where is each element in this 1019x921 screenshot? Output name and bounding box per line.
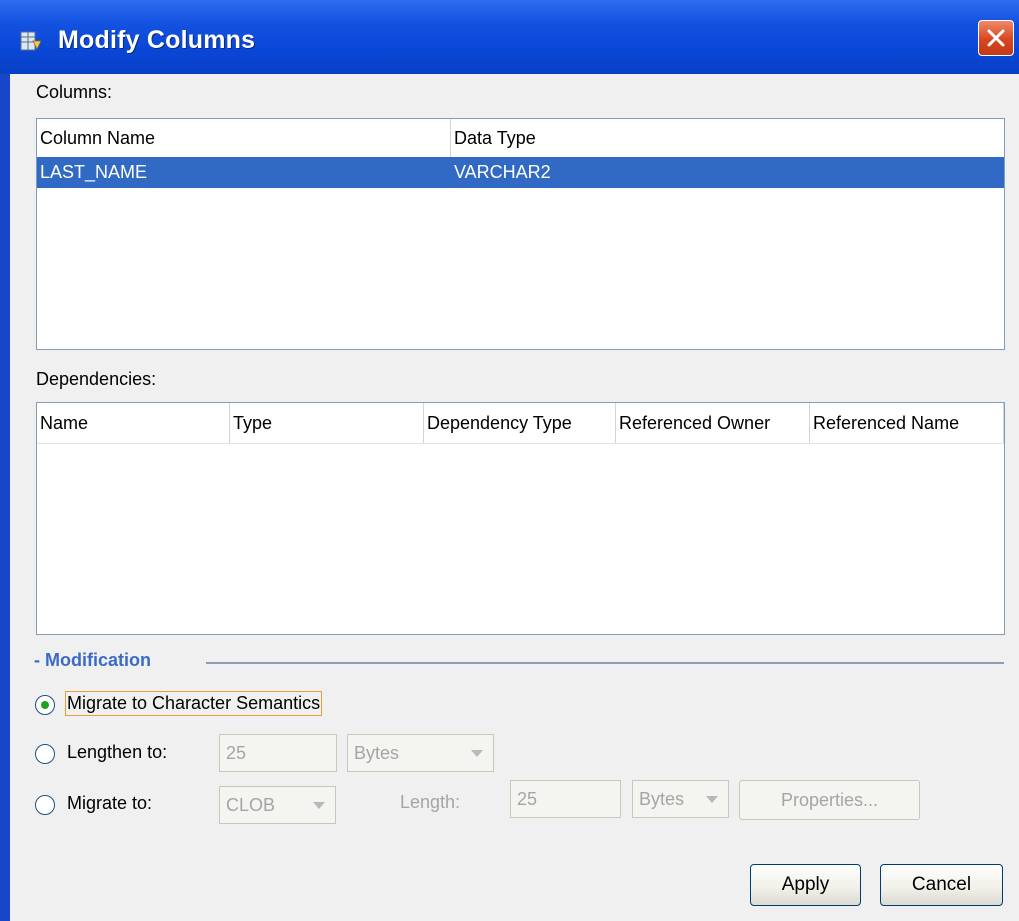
cancel-button[interactable]: Cancel <box>880 864 1003 906</box>
table-columns-icon <box>20 31 42 51</box>
migrate-char-semantics-label[interactable]: Migrate to Character Semantics <box>64 691 323 716</box>
length-label: Length: <box>400 792 461 812</box>
lengthen-value-field[interactable]: 25 <box>219 734 337 772</box>
columns-table[interactable]: Column Name Data Type LAST_NAME VARCHAR2 <box>36 118 1005 350</box>
migrate-type-select[interactable]: CLOB <box>219 786 336 824</box>
dependencies-label: Dependencies: <box>36 369 157 389</box>
table-row[interactable]: LAST_NAME VARCHAR2 <box>37 157 1004 188</box>
chevron-down-icon <box>471 750 483 757</box>
window-title: Modify Columns <box>58 26 256 54</box>
modify-columns-dialog: Modify Columns Columns: Column Name Data… <box>0 0 1019 921</box>
columns-label: Columns: <box>36 82 113 102</box>
title-bar[interactable]: Modify Columns <box>0 0 1019 74</box>
dep-header-referenced-owner[interactable]: Referenced Owner <box>616 403 810 443</box>
lengthen-unit-select[interactable]: Bytes <box>347 734 494 772</box>
column-header-data-type[interactable]: Data Type <box>451 119 1004 157</box>
chevron-down-icon <box>313 802 325 809</box>
close-icon <box>987 29 1005 47</box>
dialog-body: Columns: Column Name Data Type LAST_NAME… <box>10 74 1019 921</box>
migrate-to-label[interactable]: Migrate to: <box>67 793 152 814</box>
columns-table-header: Column Name Data Type <box>37 119 1004 158</box>
column-header-column-name[interactable]: Column Name <box>37 119 451 157</box>
cell-column-name: LAST_NAME <box>40 162 148 182</box>
lengthen-to-label[interactable]: Lengthen to: <box>67 742 167 763</box>
close-button[interactable] <box>978 20 1014 56</box>
section-divider <box>206 662 1004 664</box>
dependencies-table-header: Name Type Dependency Type Referenced Own… <box>37 403 1004 444</box>
dep-header-referenced-name[interactable]: Referenced Name <box>810 403 1004 443</box>
properties-button[interactable]: Properties... <box>739 780 920 820</box>
migrate-unit-select[interactable]: Bytes <box>632 780 729 818</box>
migrate-to-radio[interactable] <box>35 795 55 815</box>
lengthen-unit-value: Bytes <box>354 743 400 763</box>
lengthen-to-radio[interactable] <box>35 744 55 764</box>
dep-header-type[interactable]: Type <box>230 403 424 443</box>
migrate-type-value: CLOB <box>226 795 276 815</box>
migrate-unit-value: Bytes <box>639 789 685 809</box>
dep-header-dependency-type[interactable]: Dependency Type <box>424 403 616 443</box>
dep-header-name[interactable]: Name <box>37 403 230 443</box>
apply-button[interactable]: Apply <box>750 864 861 906</box>
modification-section-title: - Modification <box>34 650 151 670</box>
chevron-down-icon <box>706 796 718 803</box>
migrate-char-semantics-radio[interactable] <box>35 695 55 715</box>
dependencies-table[interactable]: Name Type Dependency Type Referenced Own… <box>36 402 1005 635</box>
migrate-length-field[interactable]: 25 <box>510 780 621 818</box>
cell-data-type: VARCHAR2 <box>454 162 551 182</box>
